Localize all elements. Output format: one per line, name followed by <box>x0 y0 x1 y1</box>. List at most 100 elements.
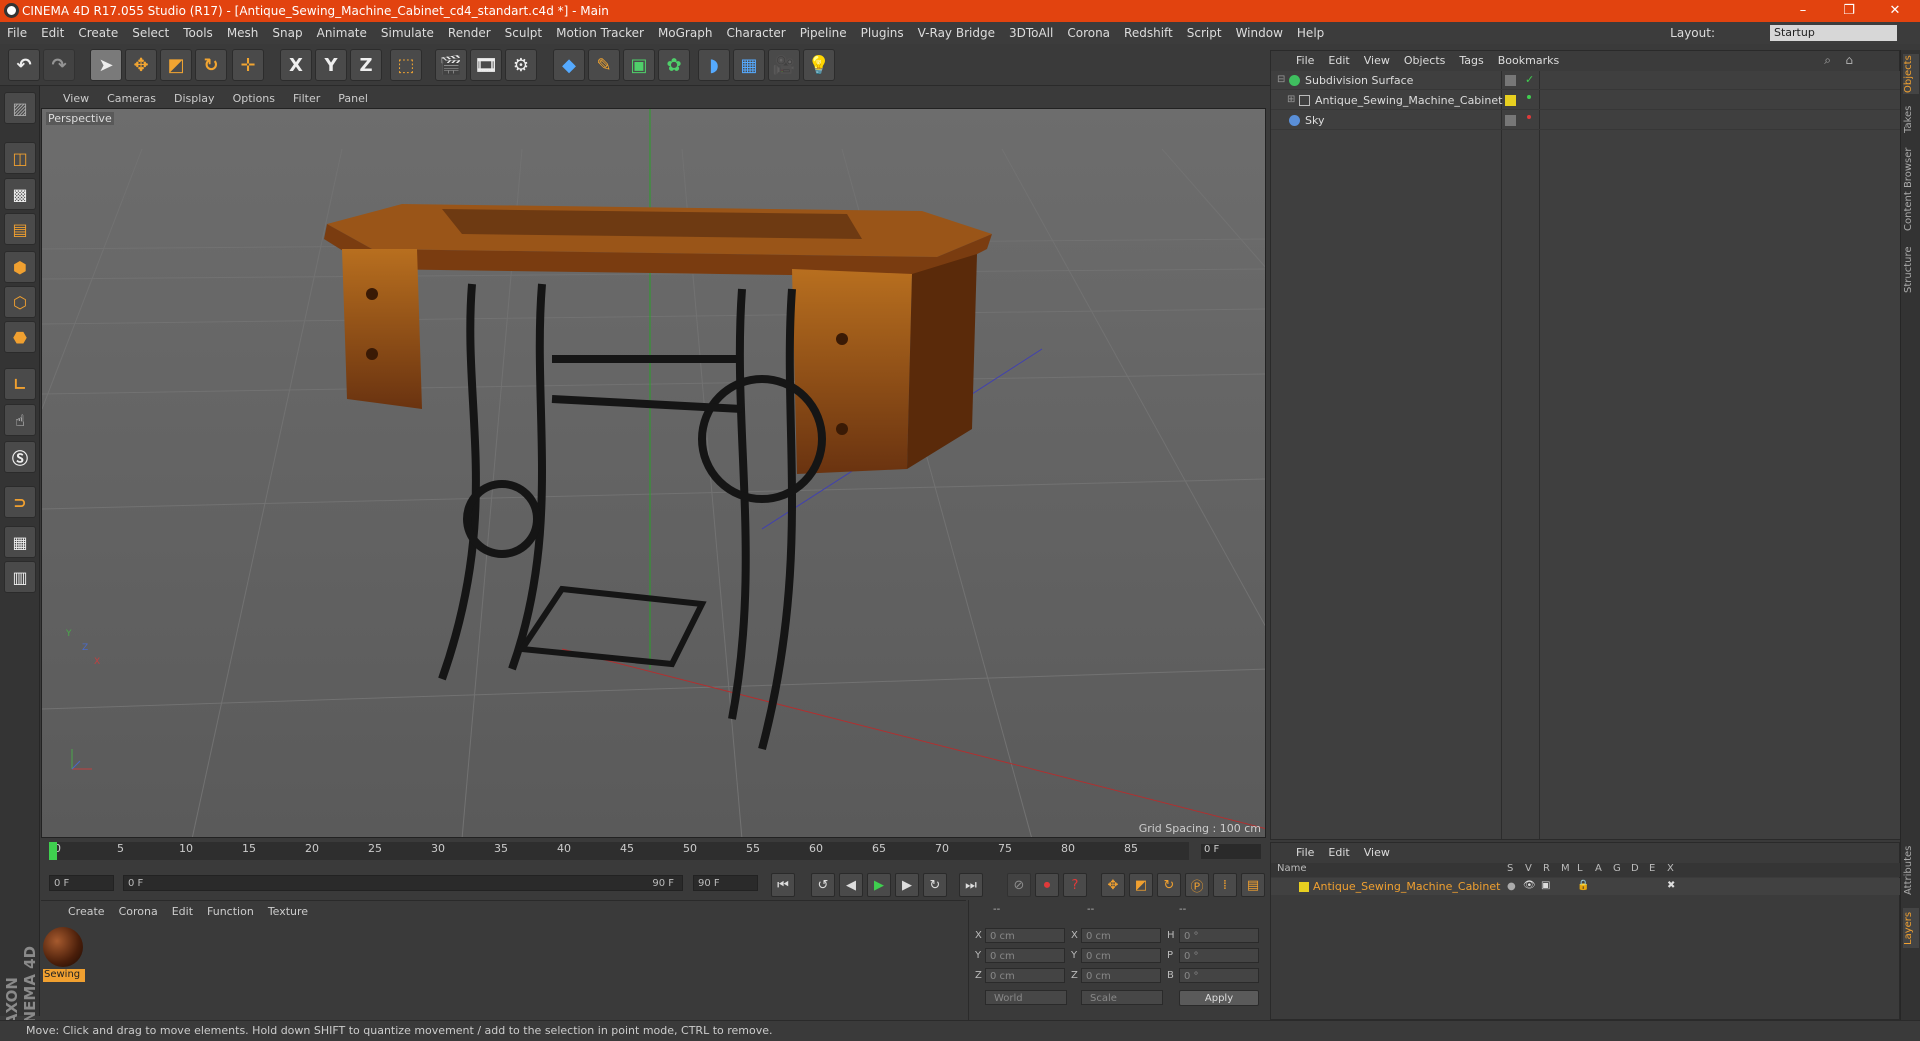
previous-frame-icon[interactable]: ◀ <box>839 873 863 897</box>
z-axis-icon[interactable]: Z <box>350 49 382 81</box>
material-menu-corona[interactable]: Corona <box>112 905 165 918</box>
playhead[interactable] <box>49 842 57 860</box>
autokey-icon[interactable]: ? <box>1063 873 1087 897</box>
layer-tag-icon[interactable] <box>1505 75 1516 86</box>
camera-icon[interactable]: 🎥 <box>768 49 800 81</box>
visibility-dot-icon[interactable] <box>1527 115 1531 119</box>
y-axis-icon[interactable]: Y <box>315 49 347 81</box>
deformer-icon[interactable]: ◗ <box>698 49 730 81</box>
om-menu-view[interactable]: View <box>1357 54 1397 67</box>
material-menu-edit[interactable]: Edit <box>165 905 200 918</box>
range-slider[interactable]: 0 F 90 F <box>123 875 683 891</box>
start-frame-field[interactable]: 0 F <box>49 875 114 891</box>
material-menu-texture[interactable]: Texture <box>261 905 315 918</box>
menu-sculpt[interactable]: Sculpt <box>498 26 549 40</box>
menu-render[interactable]: Render <box>441 26 498 40</box>
view-icon[interactable]: 👁 <box>1523 880 1536 891</box>
magnet-icon[interactable]: ⊃ <box>4 486 36 518</box>
om-menu-objects[interactable]: Objects <box>1397 54 1453 67</box>
x-axis-icon[interactable]: X <box>280 49 312 81</box>
coordinate-mode-dropdown[interactable]: Scale <box>1081 990 1163 1005</box>
viewport-menu-cameras[interactable]: Cameras <box>98 92 165 105</box>
tab-structure[interactable]: Structure <box>1903 242 1919 298</box>
next-key-icon[interactable]: ↻ <box>923 873 947 897</box>
layer-color-icon[interactable] <box>1505 95 1516 106</box>
make-editable-icon[interactable]: ▨ <box>4 92 36 124</box>
size-y-field[interactable]: 0 cm <box>1081 948 1161 963</box>
object-name[interactable]: Antique_Sewing_Machine_Cabinet <box>1315 94 1502 107</box>
menu-file[interactable]: File <box>0 26 34 40</box>
menu-tools[interactable]: Tools <box>176 26 220 40</box>
3d-viewport[interactable]: Perspective Grid Spacing : 100 cm Y X Z <box>41 108 1266 838</box>
tab-takes[interactable]: Takes <box>1903 102 1919 136</box>
tab-layers[interactable]: Layers <box>1903 908 1919 948</box>
object-row-sky[interactable]: Sky <box>1271 111 1901 130</box>
material-menu-function[interactable]: Function <box>200 905 261 918</box>
maximize-button[interactable]: ❐ <box>1826 0 1872 22</box>
menu-character[interactable]: Character <box>719 26 792 40</box>
material-menu-create[interactable]: Create <box>61 905 112 918</box>
position-y-field[interactable]: 0 cm <box>985 948 1065 963</box>
menu-select[interactable]: Select <box>125 26 176 40</box>
menu-motion-tracker[interactable]: Motion Tracker <box>549 26 651 40</box>
redo-icon[interactable]: ↷ <box>43 49 75 81</box>
go-to-end-icon[interactable]: ⏭ <box>959 873 983 897</box>
position-x-field[interactable]: 0 cm <box>985 928 1065 943</box>
go-to-start-icon[interactable]: ⏮ <box>771 873 795 897</box>
solo-icon[interactable]: ● <box>1507 881 1516 892</box>
render-settings-icon[interactable]: ⚙ <box>505 49 537 81</box>
menu-redshift[interactable]: Redshift <box>1117 26 1180 40</box>
layer-tag-icon[interactable] <box>1505 115 1516 126</box>
keyframe-icon[interactable]: ⊘ <box>1007 873 1031 897</box>
viewport-menu-panel[interactable]: Panel <box>329 92 377 105</box>
record-icon[interactable]: ⏺ <box>1035 873 1059 897</box>
pen-spline-icon[interactable]: ✎ <box>588 49 620 81</box>
tab-attributes[interactable]: Attributes <box>1903 840 1919 900</box>
planar-workplane-icon[interactable]: ▥ <box>4 561 36 593</box>
om-menu-edit[interactable]: Edit <box>1321 54 1356 67</box>
rotate-icon[interactable]: ↻ <box>195 49 227 81</box>
tab-content-browser[interactable]: Content Browser <box>1903 144 1919 234</box>
menu-window[interactable]: Window <box>1229 26 1290 40</box>
menu-snap[interactable]: Snap <box>265 26 309 40</box>
layout-dropdown[interactable]: Startup <box>1770 25 1897 41</box>
light-icon[interactable]: 💡 <box>803 49 835 81</box>
menu-edit[interactable]: Edit <box>34 26 71 40</box>
material-preview-thumbnail[interactable] <box>43 927 83 967</box>
points-mode-icon[interactable]: ⬢ <box>4 251 36 283</box>
menu-plugins[interactable]: Plugins <box>854 26 911 40</box>
menu-mesh[interactable]: Mesh <box>220 26 266 40</box>
coordinate-system-icon[interactable]: ⬚ <box>390 49 422 81</box>
viewport-menu-view[interactable]: View <box>41 92 98 105</box>
viewport-menu-display[interactable]: Display <box>165 92 224 105</box>
cloner-icon[interactable]: ✿ <box>658 49 690 81</box>
snap-icon[interactable]: Ⓢ <box>4 441 36 473</box>
play-icon[interactable]: ▶ <box>867 873 891 897</box>
om-menu-tags[interactable]: Tags <box>1452 54 1490 67</box>
coordinate-space-dropdown[interactable]: World <box>985 990 1067 1005</box>
object-row-antique-sewing-machine-cabinet[interactable]: ⊞ Antique_Sewing_Machine_Cabinet <box>1271 91 1901 110</box>
next-frame-icon[interactable]: ▶ <box>895 873 919 897</box>
cube-primitive-icon[interactable]: ◆ <box>553 49 585 81</box>
subdivision-icon[interactable]: ▣ <box>623 49 655 81</box>
close-button[interactable]: ✕ <box>1872 0 1918 22</box>
axis-mode-icon[interactable]: ∟ <box>4 368 36 400</box>
key-parameter-icon[interactable]: Ⓟ <box>1185 873 1209 897</box>
texture-mode-icon[interactable]: ▩ <box>4 178 36 210</box>
layer-name[interactable]: Antique_Sewing_Machine_Cabinet <box>1313 880 1500 893</box>
rotation-b-field[interactable]: 0 ° <box>1179 968 1259 983</box>
workplane-icon[interactable]: ▤ <box>4 213 36 245</box>
transform-icon[interactable]: ✛ <box>232 49 264 81</box>
object-row-subdivision-surface[interactable]: ⊟ Subdivision Surface ✓ <box>1271 71 1901 90</box>
scale-icon[interactable]: ◩ <box>160 49 192 81</box>
menu-vray-bridge[interactable]: V-Ray Bridge <box>911 26 1002 40</box>
key-position-icon[interactable]: ✥ <box>1101 873 1125 897</box>
size-z-field[interactable]: 0 cm <box>1081 968 1161 983</box>
timeline-ruler[interactable]: 0 5 10 15 20 25 30 35 40 45 50 55 60 65 … <box>49 842 1189 860</box>
position-z-field[interactable]: 0 cm <box>985 968 1065 983</box>
menu-help[interactable]: Help <box>1290 26 1331 40</box>
menu-3dtoall[interactable]: 3DToAll <box>1002 26 1060 40</box>
render-picture-viewer-icon[interactable]: 🎞 <box>470 49 502 81</box>
minimize-button[interactable]: – <box>1780 0 1826 22</box>
size-x-field[interactable]: 0 cm <box>1081 928 1161 943</box>
